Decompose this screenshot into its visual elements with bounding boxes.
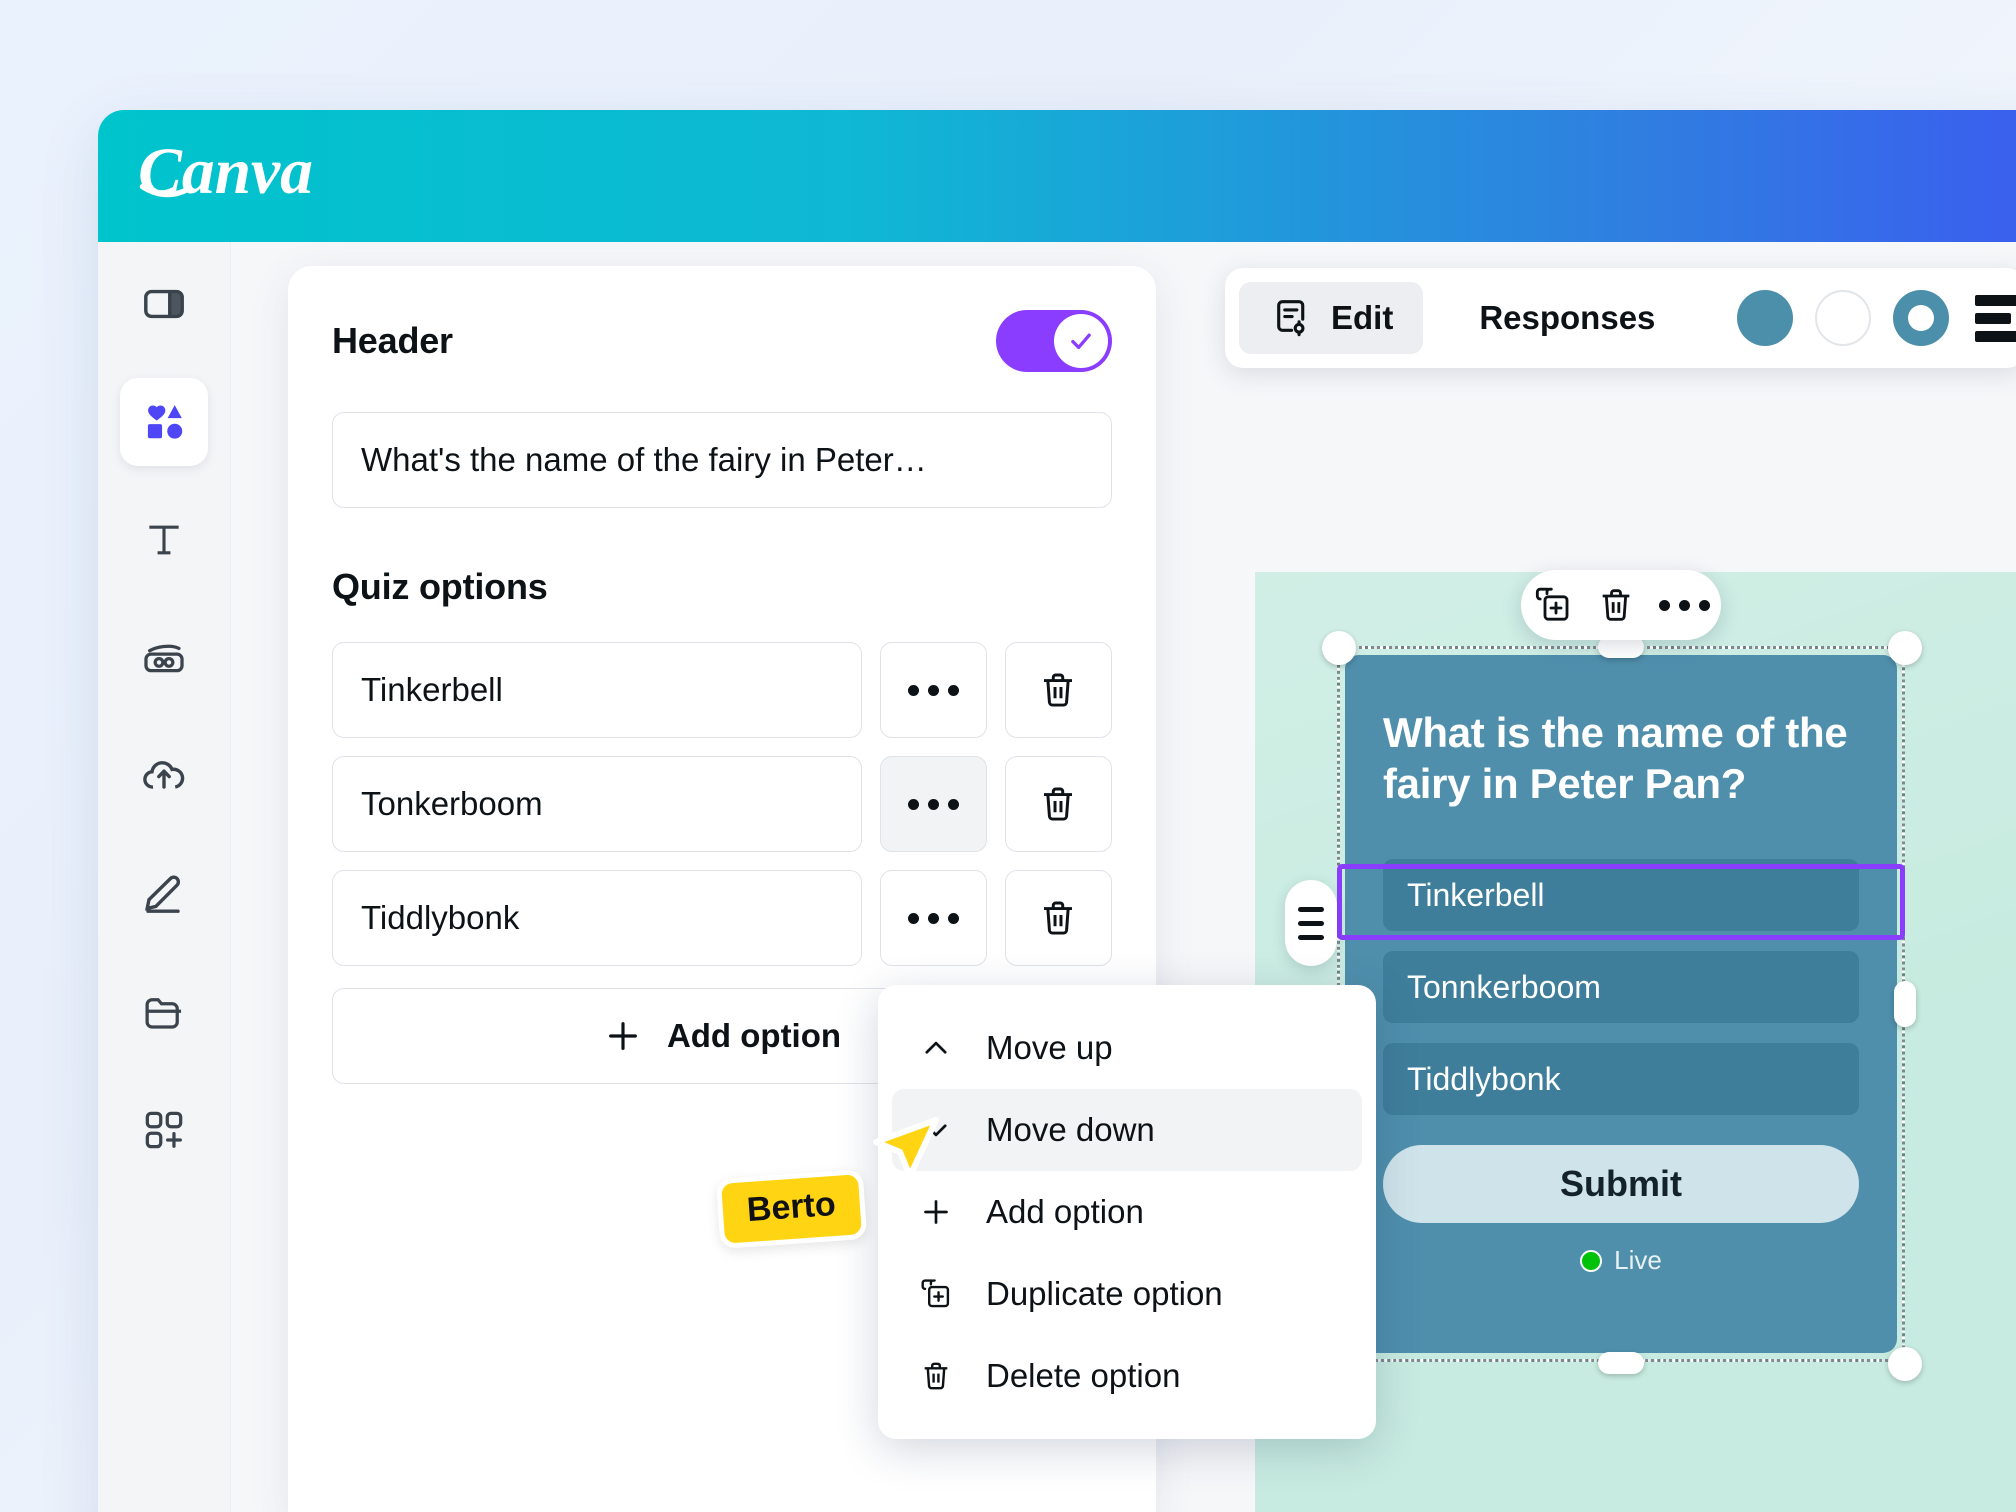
menu-item-label: Delete option xyxy=(986,1357,1181,1394)
plus-icon xyxy=(609,1022,637,1050)
question-input[interactable]: What's the name of the fairy in Peter… xyxy=(332,412,1112,508)
elements-icon xyxy=(147,405,183,439)
quiz-options-title: Quiz options xyxy=(332,566,548,607)
selected-quiz-option-outline xyxy=(1337,864,1905,940)
panel-title: Header xyxy=(332,320,453,361)
sidebar-item-apps[interactable] xyxy=(120,1086,208,1174)
screenshot-root: Canva Header What's the name of the fair… xyxy=(0,0,2016,1512)
option-row: Tonkerboom xyxy=(332,756,1112,852)
duplicate-icon xyxy=(916,1277,956,1311)
sidebar-item-brand[interactable] xyxy=(120,614,208,702)
option-more-button-3[interactable] xyxy=(879,870,987,966)
projects-icon xyxy=(145,998,182,1029)
text-align-icon[interactable] xyxy=(1975,294,2016,342)
menu-item-move-down[interactable]: Move down xyxy=(892,1089,1362,1171)
swatch-empty[interactable] xyxy=(1815,290,1872,346)
form-toolbar: Edit Responses xyxy=(1225,268,2016,368)
swatch-selected[interactable] xyxy=(1893,290,1950,346)
resize-handle-middle-right[interactable] xyxy=(1894,981,1916,1027)
draw-icon xyxy=(145,875,181,913)
quiz-question: What is the name of the fairy in Peter P… xyxy=(1383,709,1848,808)
trash-icon xyxy=(916,1359,956,1393)
quiz-option-3[interactable]: Tiddlybonk xyxy=(1383,1043,1859,1116)
option-input-3[interactable]: Tiddlybonk xyxy=(332,870,862,966)
option-row: Tinkerbell xyxy=(332,642,1112,738)
option-row: Tiddlybonk xyxy=(332,870,1112,966)
option-input-2[interactable]: Tonkerboom xyxy=(332,756,862,852)
sidebar-item-projects[interactable] xyxy=(120,968,208,1056)
element-toolbar xyxy=(1521,570,1721,640)
toggle-knob xyxy=(1054,314,1108,368)
quiz-option-2[interactable]: Tonnkerboom xyxy=(1383,951,1859,1024)
text-icon xyxy=(149,525,179,555)
resize-handle-bottom-center[interactable] xyxy=(1598,1352,1644,1374)
chevron-up-icon xyxy=(916,1031,956,1065)
more-options-icon xyxy=(907,912,959,924)
svg-text:Canva: Canva xyxy=(138,138,313,208)
left-sidebar xyxy=(98,242,231,1512)
uploads-icon xyxy=(143,761,185,789)
quiz-element[interactable]: What is the name of the fairy in Peter P… xyxy=(1345,655,1897,1353)
sidebar-item-draw[interactable] xyxy=(120,850,208,938)
trash-icon xyxy=(1044,787,1073,821)
menu-item-label: Move down xyxy=(986,1111,1155,1148)
tab-edit[interactable]: Edit xyxy=(1239,282,1424,354)
option-delete-button-1[interactable] xyxy=(1004,642,1112,738)
resize-handle-top-left[interactable] xyxy=(1322,631,1356,665)
panel-header-row: Header xyxy=(332,310,1112,372)
menu-item-duplicate-option[interactable]: Duplicate option xyxy=(892,1253,1362,1335)
element-drag-handle[interactable] xyxy=(1285,880,1337,966)
apps-icon xyxy=(145,1111,183,1149)
more-options-icon xyxy=(907,684,959,696)
resize-handle-top-right[interactable] xyxy=(1888,631,1922,665)
quiz-status: Live xyxy=(1383,1245,1859,1276)
color-swatches xyxy=(1737,290,1950,346)
swatch-filled[interactable] xyxy=(1737,290,1794,346)
trash-icon[interactable] xyxy=(1596,585,1636,625)
sidebar-item-uploads[interactable] xyxy=(120,732,208,820)
menu-item-label: Move up xyxy=(986,1029,1113,1066)
canva-brand-bar: Canva xyxy=(98,110,2016,242)
menu-item-label: Add option xyxy=(986,1193,1144,1230)
menu-item-add-option[interactable]: Add option xyxy=(892,1171,1362,1253)
canva-logo[interactable]: Canva xyxy=(136,138,358,212)
tab-edit-label: Edit xyxy=(1331,299,1394,336)
design-icon xyxy=(144,289,184,319)
brand-icon xyxy=(144,644,184,673)
menu-item-label: Duplicate option xyxy=(986,1275,1223,1312)
plus-icon xyxy=(916,1195,956,1229)
check-icon xyxy=(1071,333,1091,350)
sidebar-item-elements[interactable] xyxy=(120,378,208,466)
resize-handle-bottom-right[interactable] xyxy=(1888,1347,1922,1381)
option-delete-button-2[interactable] xyxy=(1004,756,1112,852)
option-more-button-2[interactable] xyxy=(879,756,987,852)
add-option-label: Add option xyxy=(666,1017,842,1054)
trash-icon xyxy=(1044,673,1073,707)
trash-icon xyxy=(1044,901,1073,935)
option-input-1[interactable]: Tinkerbell xyxy=(332,642,862,738)
live-status-dot xyxy=(1580,1249,1603,1272)
more-options-icon[interactable] xyxy=(1658,599,1710,611)
form-edit-icon xyxy=(1277,300,1305,337)
option-more-button-1[interactable] xyxy=(879,642,987,738)
sidebar-item-text[interactable] xyxy=(120,496,208,584)
sidebar-item-design[interactable] xyxy=(120,260,208,348)
live-status-label: Live xyxy=(1614,1245,1662,1276)
header-toggle[interactable] xyxy=(996,310,1112,372)
menu-item-move-up[interactable]: Move up xyxy=(892,1007,1362,1089)
option-context-menu: Move up Move down Add option Duplicate o… xyxy=(878,985,1376,1439)
menu-item-delete-option[interactable]: Delete option xyxy=(892,1335,1362,1417)
option-delete-button-3[interactable] xyxy=(1004,870,1112,966)
cursor-arrow-icon xyxy=(873,1117,939,1179)
cursor-user-label: Berto xyxy=(715,1168,868,1250)
quiz-submit-button[interactable]: Submit xyxy=(1383,1145,1859,1224)
tab-responses[interactable]: Responses xyxy=(1479,299,1655,337)
more-options-icon xyxy=(907,798,959,810)
duplicate-icon[interactable] xyxy=(1533,585,1573,625)
